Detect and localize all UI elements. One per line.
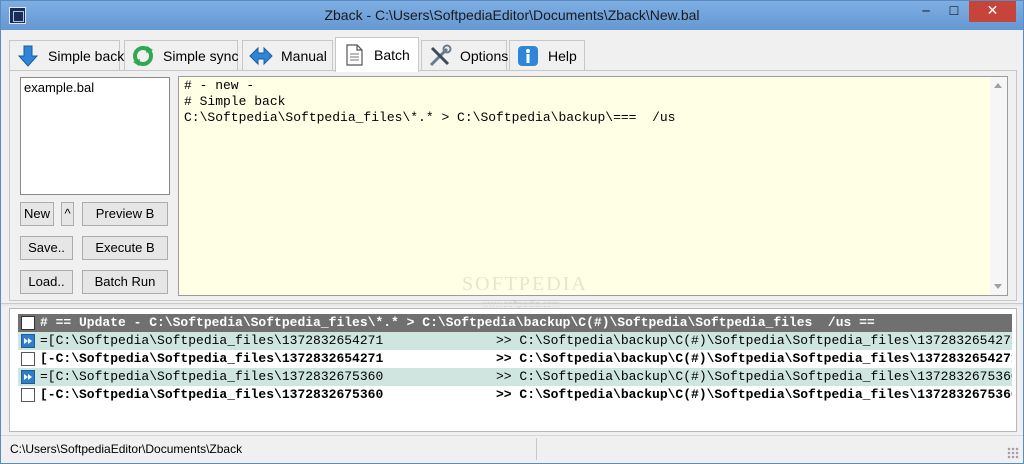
tab-label: Batch xyxy=(374,47,410,63)
batch-file-list[interactable]: example.bal xyxy=(20,77,170,195)
script-line: C:\Softpedia\Softpedia_files\*.* > C:\So… xyxy=(184,110,676,125)
batch-script-editor[interactable]: # - new - # Simple back C:\Softpedia\Sof… xyxy=(178,76,1008,296)
maximize-button[interactable]: ☐ xyxy=(940,1,968,22)
status-bar: C:\Users\SoftpediaEditor\Documents\Zback xyxy=(1,435,1023,463)
log-row[interactable]: =[C:\Softpedia\Softpedia_files\137283265… xyxy=(18,332,1012,350)
log-destination: >> C:\Softpedia\backup\C(#)\Softpedia\So… xyxy=(496,369,1012,384)
move-up-button[interactable]: ^ xyxy=(61,202,74,226)
log-source: [-C:\Softpedia\Softpedia_files\137283265… xyxy=(40,351,384,366)
log-row[interactable]: =[C:\Softpedia\Softpedia_files\137283267… xyxy=(18,368,1012,386)
editor-scrollbar[interactable] xyxy=(990,77,1007,295)
save-button[interactable]: Save.. xyxy=(20,236,73,260)
panel-splitter[interactable] xyxy=(1,303,1023,306)
fast-forward-icon xyxy=(21,334,35,348)
log-header-text: # == Update - C:\Softpedia\Softpedia_fil… xyxy=(40,315,875,330)
preview-batch-button[interactable]: Preview B xyxy=(82,202,168,226)
minimize-button[interactable]: ─ xyxy=(912,1,940,22)
execute-batch-button[interactable]: Execute B xyxy=(82,236,168,260)
log-destination: >> C:\Softpedia\backup\C(#)\Softpedia\So… xyxy=(496,333,1012,348)
scroll-down-icon[interactable] xyxy=(994,284,1002,289)
row-checkbox[interactable] xyxy=(21,388,35,402)
info-icon xyxy=(516,44,540,68)
script-line: # - new - xyxy=(184,78,255,93)
log-source: =[C:\Softpedia\Softpedia_files\137283267… xyxy=(40,369,384,384)
down-arrow-icon xyxy=(16,44,40,68)
log-panel[interactable]: # == Update - C:\Softpedia\Softpedia_fil… xyxy=(9,308,1017,432)
row-checkbox[interactable] xyxy=(21,352,35,366)
status-divider xyxy=(536,438,537,460)
new-button[interactable]: New xyxy=(20,202,54,226)
row-checkbox[interactable] xyxy=(21,316,35,330)
log-destination: >> C:\Softpedia\backup\C(#)\Softpedia\So… xyxy=(496,351,1012,366)
tab-help[interactable]: Help xyxy=(509,40,585,71)
window-title: Zback - C:\Users\SoftpediaEditor\Documen… xyxy=(324,7,700,23)
batch-panel: example.bal New ^ Preview B Save.. Execu… xyxy=(9,70,1017,309)
log-row[interactable]: [-C:\Softpedia\Softpedia_files\137283265… xyxy=(18,350,1012,368)
softpedia-watermark: SOFTPEDIA xyxy=(462,273,588,295)
left-right-arrow-icon xyxy=(249,44,273,68)
tab-label: Manual xyxy=(281,48,327,64)
log-destination: >> C:\Softpedia\backup\C(#)\Softpedia\So… xyxy=(496,387,1012,402)
app-window: Zback - C:\Users\SoftpediaEditor\Documen… xyxy=(0,0,1024,464)
tab-label: Simple sync xyxy=(163,48,239,64)
sync-icon xyxy=(131,44,155,68)
log-row[interactable]: [-C:\Softpedia\Softpedia_files\137283267… xyxy=(18,386,1012,404)
fast-forward-icon xyxy=(21,370,35,384)
list-item[interactable]: example.bal xyxy=(24,80,166,95)
log-header-row[interactable]: # == Update - C:\Softpedia\Softpedia_fil… xyxy=(18,314,1012,332)
log-source: [-C:\Softpedia\Softpedia_files\137283267… xyxy=(40,387,384,402)
tab-simple-sync[interactable]: Simple sync xyxy=(124,40,238,71)
batch-run-button[interactable]: Batch Run xyxy=(82,270,168,294)
tab-manual[interactable]: Manual xyxy=(242,40,333,71)
tab-label: Simple back xyxy=(48,48,125,64)
log-source: =[C:\Softpedia\Softpedia_files\137283265… xyxy=(40,333,384,348)
tab-label: Help xyxy=(548,48,577,64)
scroll-up-icon[interactable] xyxy=(994,83,1002,88)
title-bar[interactable]: Zback - C:\Users\SoftpediaEditor\Documen… xyxy=(1,1,1023,30)
script-line: # Simple back xyxy=(184,94,286,109)
resize-grip-icon[interactable] xyxy=(1007,447,1019,459)
tab-batch[interactable]: Batch xyxy=(335,37,419,72)
tab-options[interactable]: Options xyxy=(421,40,509,71)
document-icon xyxy=(342,43,366,67)
status-path: C:\Users\SoftpediaEditor\Documents\Zback xyxy=(10,442,243,456)
tab-label: Options xyxy=(460,48,509,64)
load-button[interactable]: Load.. xyxy=(20,270,73,294)
close-button[interactable]: ✕ xyxy=(969,1,1016,22)
tab-simple-back[interactable]: Simple back xyxy=(9,40,124,71)
tools-icon xyxy=(428,44,452,68)
